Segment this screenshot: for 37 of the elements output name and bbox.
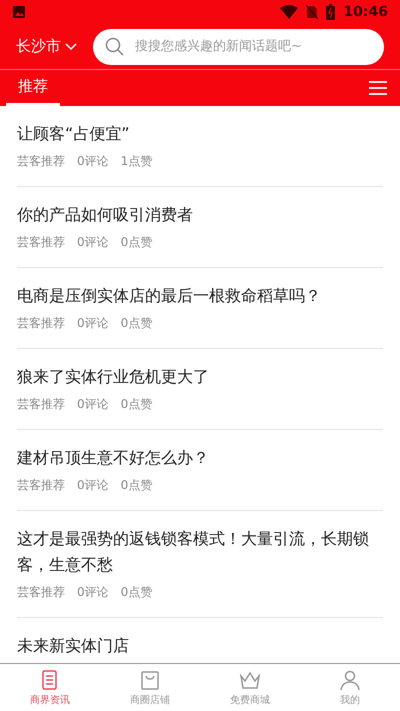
nav-tab[interactable]: 商界资讯 <box>0 664 100 711</box>
tab[interactable]: 推荐 <box>6 70 60 106</box>
like-count: 0点赞 <box>120 477 152 494</box>
article-title[interactable]: 这才是最强势的返钱锁客模式！大量引流，长期锁客，生意不愁 <box>17 526 383 578</box>
city-selector[interactable]: 长沙市 <box>16 35 77 58</box>
like-count: 1点赞 <box>120 153 152 170</box>
article-source: 芸客推荐 <box>17 477 65 494</box>
article-source: 芸客推荐 <box>17 396 65 413</box>
comment-count: 0评论 <box>77 584 109 601</box>
no-sim-icon <box>306 5 318 19</box>
wifi-icon <box>280 5 298 19</box>
article-title[interactable]: 电商是压倒实体店的最后一根救命稻草吗？ <box>17 283 383 309</box>
article-source: 芸客推荐 <box>17 234 65 251</box>
like-count: 0点赞 <box>120 234 152 251</box>
search-icon <box>105 36 125 56</box>
article-title[interactable]: 让顾客“占便宜” <box>17 121 383 147</box>
article-source: 芸客推荐 <box>17 153 65 170</box>
search-field[interactable]: 搜搜您感兴趣的新闻话题吧~ <box>93 28 384 64</box>
article-source: 芸客推荐 <box>17 584 65 601</box>
chevron-down-icon <box>65 42 77 50</box>
like-count: 0点赞 <box>120 396 152 413</box>
comment-count: 0评论 <box>77 477 109 494</box>
article-title[interactable]: 狼来了实体行业危机更大了 <box>17 364 383 390</box>
article-title[interactable]: 你的产品如何吸引消费者 <box>17 202 383 228</box>
menu-icon[interactable] <box>368 80 388 96</box>
status-time: 10:46 <box>343 2 388 22</box>
comment-count: 0评论 <box>77 396 109 413</box>
article-title[interactable]: 建材吊顶生意不好怎么办？ <box>17 445 383 471</box>
comment-count: 0评论 <box>77 234 109 251</box>
comment-count: 0评论 <box>77 315 109 332</box>
image-icon <box>12 5 26 19</box>
comment-count: 0评论 <box>77 153 109 170</box>
like-count: 0点赞 <box>120 315 152 332</box>
battery-icon <box>326 4 336 20</box>
like-count: 0点赞 <box>120 584 152 601</box>
article-title[interactable]: 未来新实体门店 <box>17 633 383 659</box>
article-source: 芸客推荐 <box>17 315 65 332</box>
